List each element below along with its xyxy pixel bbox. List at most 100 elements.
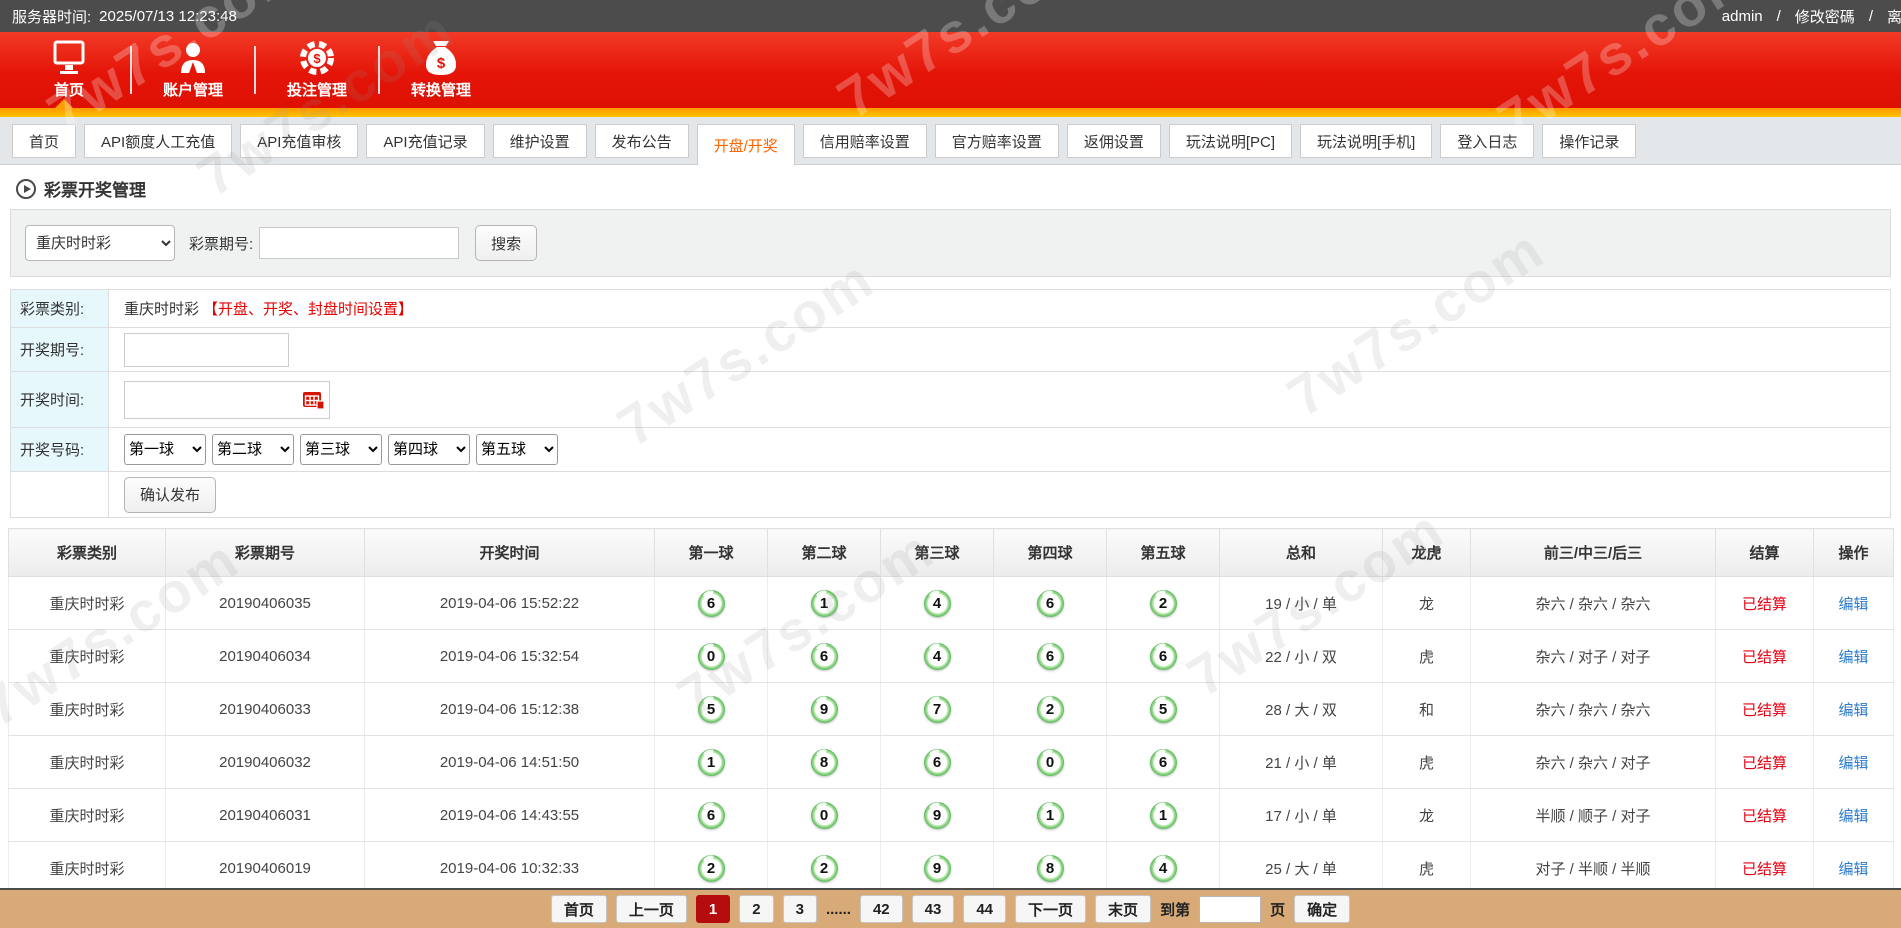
nav-item-accounts[interactable]: 账户管理 — [132, 32, 254, 108]
cell-category: 重庆时时彩 — [9, 736, 166, 789]
status-settled-text: 已结算 — [1742, 861, 1787, 878]
cell-sum: 28 / 大 / 双 — [1220, 683, 1383, 736]
pager-button-首页[interactable]: 首页 — [551, 895, 607, 923]
table-body: 重庆时时彩201904060352019-04-06 15:52:2261462… — [9, 577, 1894, 895]
draw-issue-input[interactable] — [124, 333, 289, 367]
logout-link[interactable]: 离开 — [1887, 6, 1901, 27]
pager-page-1[interactable]: 1 — [696, 895, 730, 923]
cell-issue: 20190406032 — [166, 736, 365, 789]
table-header-row: 彩票类别彩票期号开奖时间第一球第二球第三球第四球第五球总和龙虎前三/中三/后三结… — [9, 529, 1894, 577]
cell-ball-5: 1 — [1107, 789, 1220, 842]
tab-9[interactable]: 返佣设置 — [1067, 124, 1161, 158]
calendar-icon[interactable] — [302, 390, 324, 409]
ball-selects: 第一球第二球第三球第四球第五球 — [109, 428, 1890, 471]
tab-0[interactable]: 首页 — [12, 124, 76, 158]
ball-select-2[interactable]: 第二球 — [212, 434, 294, 465]
server-time-label: 服务器时间: — [12, 6, 91, 27]
publish-form: 彩票类别: 重庆时时彩 【开盘、开奖、封盘时间设置】 开奖期号: 开奖时间: — [10, 289, 1891, 518]
pager-button-上一页[interactable]: 上一页 — [616, 895, 687, 923]
cell-sum: 22 / 小 / 双 — [1220, 630, 1383, 683]
empty-label-cell — [11, 472, 109, 517]
lottery-ball: 4 — [924, 590, 951, 617]
goto-page-input[interactable] — [1199, 896, 1261, 923]
cell-dragon-tiger: 龙 — [1383, 789, 1471, 842]
nav-item-betting[interactable]: $ 投注管理 — [256, 32, 378, 108]
cell-action: 编辑 — [1814, 789, 1894, 842]
cell-patterns: 半顺 / 顺子 / 对子 — [1471, 789, 1716, 842]
tab-13[interactable]: 操作记录 — [1542, 124, 1636, 158]
tab-11[interactable]: 玩法说明[手机] — [1300, 124, 1432, 158]
lottery-ball: 0 — [698, 643, 725, 670]
pager-page-44[interactable]: 44 — [963, 895, 1006, 923]
pager-page-2[interactable]: 2 — [739, 895, 773, 923]
tab-7[interactable]: 信用赔率设置 — [803, 124, 927, 158]
ball-select-5[interactable]: 第五球 — [476, 434, 558, 465]
pager-page-43[interactable]: 43 — [912, 895, 955, 923]
cell-dragon-tiger: 虎 — [1383, 736, 1471, 789]
cell-status: 已结算 — [1716, 577, 1814, 630]
ball-select-3[interactable]: 第三球 — [300, 434, 382, 465]
tab-active-6[interactable]: 开盘/开奖 — [697, 124, 795, 166]
edit-link[interactable]: 编辑 — [1838, 755, 1868, 772]
tab-8[interactable]: 官方赔率设置 — [935, 124, 1059, 158]
cell-ball-1: 6 — [655, 789, 768, 842]
cell-action: 编辑 — [1814, 683, 1894, 736]
lottery-ball: 0 — [811, 802, 838, 829]
section-arrow-icon — [16, 179, 36, 199]
lottery-ball: 4 — [924, 643, 951, 670]
cell-action: 编辑 — [1814, 630, 1894, 683]
pager-text: 到第 — [1160, 899, 1190, 920]
tab-1[interactable]: API额度人工充值 — [84, 124, 232, 158]
ball-select-4[interactable]: 第四球 — [388, 434, 470, 465]
search-button[interactable]: 搜索 — [475, 225, 537, 261]
lottery-ball: 6 — [1150, 749, 1177, 776]
edit-link[interactable]: 编辑 — [1838, 702, 1868, 719]
cell-patterns: 杂六 / 对子 / 对子 — [1471, 630, 1716, 683]
lottery-ball: 2 — [1150, 590, 1177, 617]
nav-item-home[interactable]: 首页 — [8, 32, 130, 108]
lottery-ball: 8 — [1037, 855, 1064, 882]
nav-item-transfer[interactable]: $ 转换管理 — [380, 32, 502, 108]
topbar-user-area: admin / 修改密碼 / 离开 — [1722, 0, 1901, 32]
lottery-ball: 1 — [1150, 802, 1177, 829]
pager-page-42[interactable]: 42 — [860, 895, 903, 923]
edit-link[interactable]: 编辑 — [1838, 649, 1868, 666]
tab-12[interactable]: 登入日志 — [1440, 124, 1534, 158]
lottery-ball: 6 — [811, 643, 838, 670]
lottery-ball: 9 — [924, 802, 951, 829]
column-header: 结算 — [1716, 529, 1814, 577]
lottery-ball: 2 — [1037, 696, 1064, 723]
edit-link[interactable]: 编辑 — [1838, 808, 1868, 825]
edit-link[interactable]: 编辑 — [1838, 596, 1868, 613]
change-password-link[interactable]: 修改密碼 — [1795, 6, 1855, 27]
tab-4[interactable]: 维护设置 — [493, 124, 587, 158]
confirm-publish-button[interactable]: 确认发布 — [124, 477, 216, 513]
column-header: 开奖时间 — [365, 529, 655, 577]
issue-search-input[interactable] — [259, 227, 459, 259]
pager-page-3[interactable]: 3 — [783, 895, 817, 923]
tab-5[interactable]: 发布公告 — [595, 124, 689, 158]
tab-3[interactable]: API充值记录 — [366, 124, 484, 158]
draw-time-input[interactable] — [130, 386, 302, 414]
lottery-type-select[interactable]: 重庆时时彩 — [25, 225, 175, 261]
results-table: 彩票类别彩票期号开奖时间第一球第二球第三球第四球第五球总和龙虎前三/中三/后三结… — [8, 528, 1894, 895]
category-label: 彩票类别: — [11, 290, 109, 327]
ball-select-1[interactable]: 第一球 — [124, 434, 206, 465]
cell-draw-time: 2019-04-06 15:12:38 — [365, 683, 655, 736]
pager-button-下一页[interactable]: 下一页 — [1015, 895, 1086, 923]
cell-status: 已结算 — [1716, 683, 1814, 736]
time-settings-link[interactable]: 【开盘、开奖、封盘时间设置】 — [203, 298, 413, 319]
cell-patterns: 对子 / 半顺 / 半顺 — [1471, 842, 1716, 895]
draw-numbers-label: 开奖号码: — [11, 428, 109, 471]
cell-ball-1: 5 — [655, 683, 768, 736]
username-link[interactable]: admin — [1722, 8, 1763, 25]
cell-ball-3: 7 — [881, 683, 994, 736]
tab-2[interactable]: API充值审核 — [240, 124, 358, 158]
pager-button-确定[interactable]: 确定 — [1294, 895, 1350, 923]
lottery-ball: 1 — [1037, 802, 1064, 829]
tab-10[interactable]: 玩法说明[PC] — [1169, 124, 1292, 158]
pager-button-末页[interactable]: 末页 — [1095, 895, 1151, 923]
edit-link[interactable]: 编辑 — [1838, 861, 1868, 878]
cell-sum: 17 / 小 / 单 — [1220, 789, 1383, 842]
cell-issue: 20190406019 — [166, 842, 365, 895]
